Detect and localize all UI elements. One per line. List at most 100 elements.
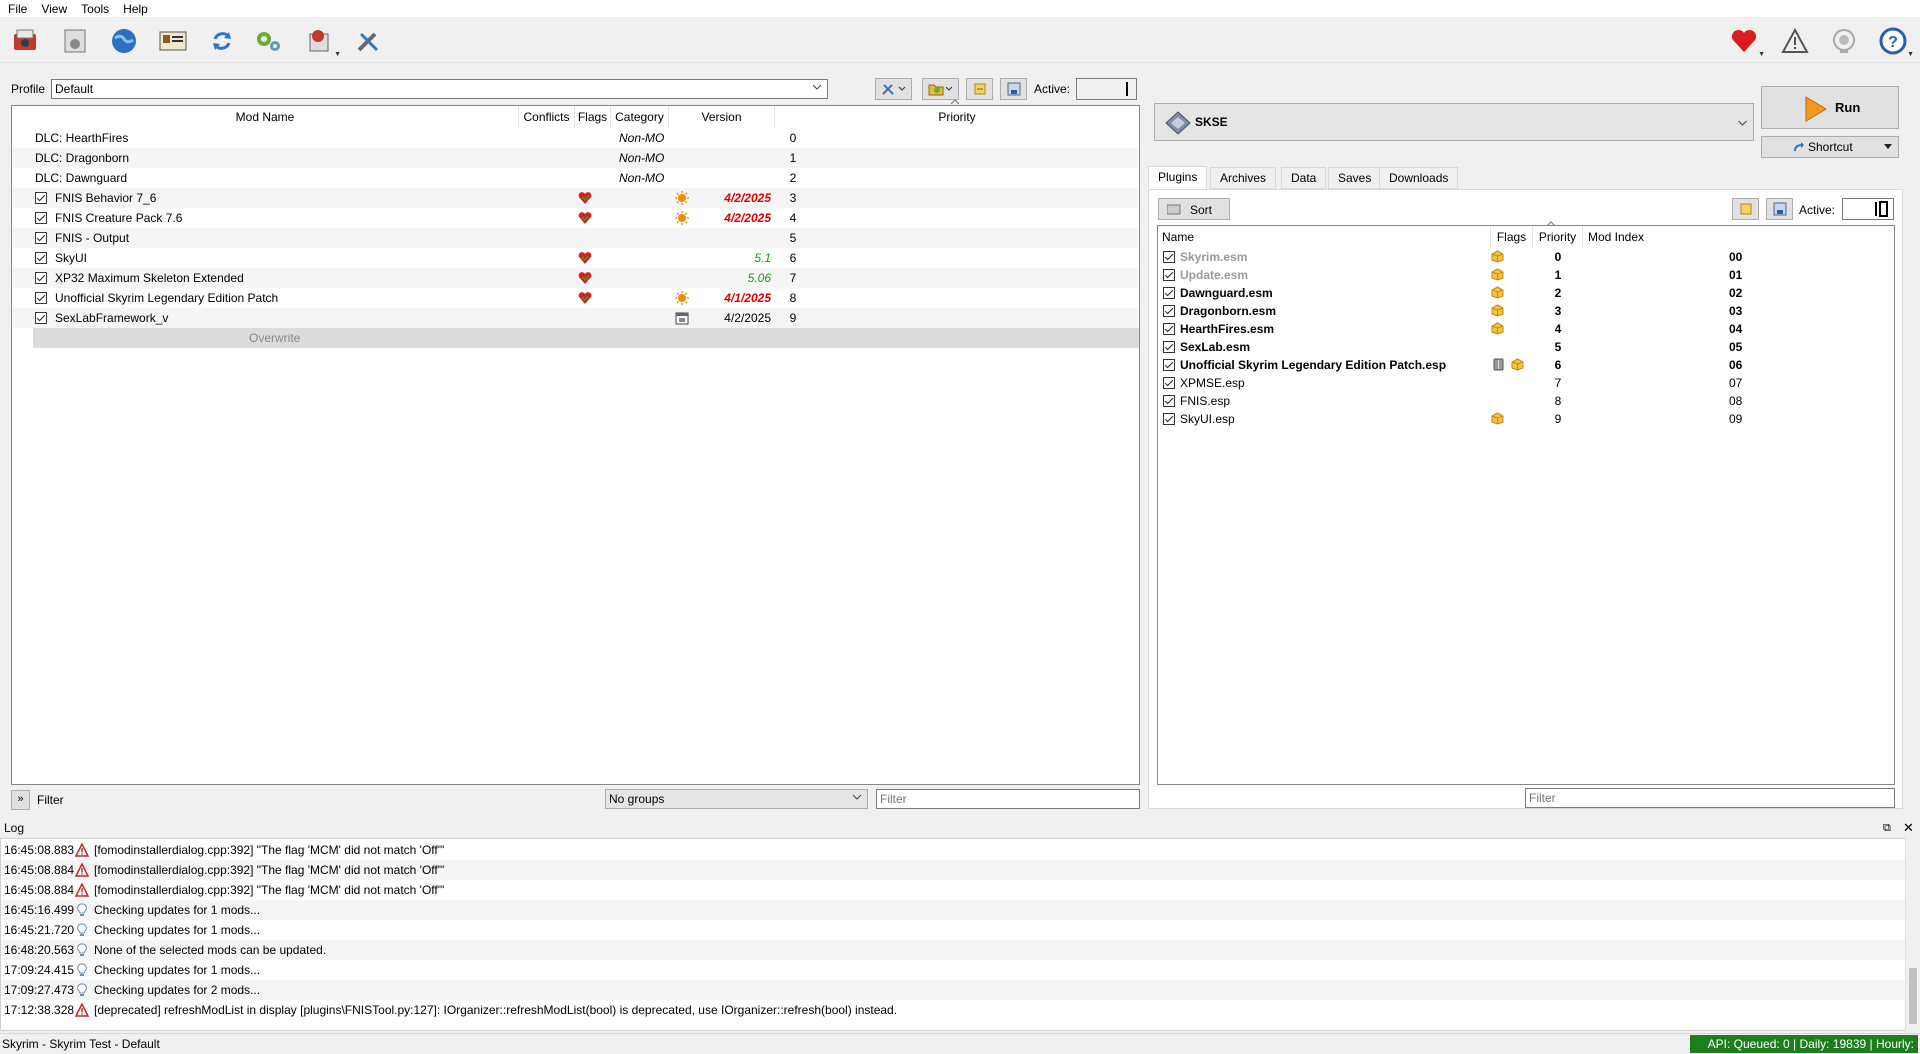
plugin-row[interactable]: Update.esm 1 01 (1158, 266, 1894, 284)
tab-downloads[interactable]: Downloads (1379, 167, 1459, 189)
log-scrollbar[interactable] (1905, 838, 1920, 1031)
log-message: Checking updates for 1 mods... (94, 963, 261, 977)
install-mod-icon[interactable] (10, 26, 40, 56)
mod-row[interactable]: Unofficial Skyrim Legendary Edition Patc… (12, 288, 1139, 308)
mod-filter-input[interactable]: Filter (876, 789, 1140, 809)
restore-backup-button[interactable] (966, 78, 993, 100)
mod-checkbox[interactable] (35, 312, 47, 324)
plugin-checkbox[interactable] (1163, 413, 1175, 425)
run-button[interactable]: Run (1761, 86, 1899, 129)
groups-select[interactable]: No groups (605, 789, 868, 809)
warning-icon (74, 842, 90, 857)
column-header-priority[interactable]: Priority (775, 106, 1139, 128)
tab-archives[interactable]: Archives (1210, 167, 1277, 189)
plugin-checkbox[interactable] (1163, 359, 1175, 371)
settings-icon[interactable] (253, 26, 283, 56)
mod-row[interactable]: XP32 Maximum Skeleton Extended 5.06 7 (12, 268, 1139, 288)
mod-checkbox[interactable] (35, 272, 47, 284)
nexus-icon[interactable] (60, 26, 90, 56)
sort-button[interactable]: Sort (1158, 198, 1230, 220)
plugin-row[interactable]: Dragonborn.esm 3 03 (1158, 302, 1894, 320)
mod-checkbox[interactable] (35, 192, 47, 204)
mod-row[interactable]: DLC: HearthFires Non-MO 0 (12, 128, 1139, 148)
plugin-checkbox[interactable] (1163, 269, 1175, 281)
mod-checkbox[interactable] (35, 252, 47, 264)
scrollbar-thumb[interactable] (1909, 968, 1917, 1024)
plugin-checkbox[interactable] (1163, 305, 1175, 317)
executable-select[interactable]: SKSE (1154, 103, 1754, 141)
mod-version: 4/2/2025 (724, 211, 771, 225)
column-header-version[interactable]: Version (669, 106, 775, 128)
refresh-icon[interactable] (207, 26, 237, 56)
mod-checkbox[interactable] (35, 292, 47, 304)
close-icon[interactable]: ✕ (1903, 818, 1914, 838)
column-header-flags[interactable]: Flags (575, 106, 611, 128)
log-time: 16:45:16.499 (4, 903, 75, 917)
tools-icon[interactable]: ▼ (305, 26, 341, 58)
plugin-checkbox[interactable] (1163, 251, 1175, 263)
plugin-checkbox[interactable] (1163, 323, 1175, 335)
column-header-mod-index[interactable]: Mod Index (1583, 226, 1894, 248)
plugin-checkbox[interactable] (1163, 287, 1175, 299)
wrench-icon[interactable] (353, 26, 383, 56)
column-header-priority[interactable]: Priority (1533, 226, 1583, 248)
groups-value: No groups (609, 792, 665, 806)
column-header-mod-name[interactable]: Mod Name (12, 106, 519, 128)
mod-row[interactable]: SexLabFramework_v 4/2/2025 9 (12, 308, 1139, 328)
plugin-row[interactable]: SexLab.esm 5 05 (1158, 338, 1894, 356)
profile-select[interactable]: Default (51, 79, 828, 99)
plugin-priority: 1 (1554, 268, 1562, 282)
column-header-conflicts[interactable]: Conflicts (519, 106, 575, 128)
mod-version: 5.06 (747, 271, 771, 285)
plugin-checkbox[interactable] (1163, 377, 1175, 389)
menu-tools[interactable]: Tools (75, 2, 117, 16)
update-icon[interactable] (1829, 26, 1859, 56)
help-icon[interactable]: ? ▼ (1878, 26, 1914, 58)
mod-checkbox[interactable] (35, 232, 47, 244)
create-backup-button[interactable] (1000, 78, 1027, 100)
globe-icon[interactable] (109, 26, 139, 56)
plugin-row[interactable]: FNIS.esp 8 08 (1158, 392, 1894, 410)
mod-tools-button[interactable] (875, 78, 912, 100)
mod-row[interactable]: FNIS Creature Pack 7.6 4/2/2025 4 (12, 208, 1139, 228)
column-header-name[interactable]: Name (1158, 226, 1491, 248)
plugin-row[interactable]: SkyUI.esp 9 09 (1158, 410, 1894, 428)
float-icon[interactable]: ⧉ (1883, 818, 1891, 838)
plugin-mod-index: 05 (1729, 340, 1743, 354)
mod-row[interactable]: FNIS - Output 5 (12, 228, 1139, 248)
plugin-filter-input[interactable]: Filter (1525, 788, 1895, 808)
overwrite-row[interactable]: Overwrite (33, 328, 1139, 348)
tab-data[interactable]: Data (1281, 167, 1327, 189)
mod-row[interactable]: DLC: Dawnguard Non-MO 2 (12, 168, 1139, 188)
plugin-row[interactable]: Unofficial Skyrim Legendary Edition Patc… (1158, 356, 1894, 374)
warning-icon[interactable] (1780, 26, 1810, 56)
api-status: API: Queued: 0 | Daily: 19839 | Hourly: … (1690, 1035, 1918, 1053)
tab-saves[interactable]: Saves (1328, 167, 1382, 189)
column-header-category[interactable]: Category (611, 106, 669, 128)
menu-help[interactable]: Help (117, 2, 156, 16)
menu-view[interactable]: View (35, 2, 75, 16)
mod-row[interactable]: FNIS Behavior 7_6 4/2/2025 3 (12, 188, 1139, 208)
menu-file[interactable]: File (2, 2, 35, 16)
log-panel: 16:45:08.883 [fomodinstallerdialog.cpp:39… (0, 838, 1920, 1031)
plugin-row[interactable]: HearthFires.esm 4 04 (1158, 320, 1894, 338)
save-plugins-button[interactable] (1766, 198, 1793, 220)
shortcut-button[interactable]: Shortcut (1761, 136, 1899, 158)
plugin-row[interactable]: Dawnguard.esm 2 02 (1158, 284, 1894, 302)
filter-toggle-button[interactable]: » (11, 790, 30, 810)
plugin-checkbox[interactable] (1163, 341, 1175, 353)
info-icon (75, 923, 89, 937)
profiles-icon[interactable] (158, 26, 188, 56)
overwrite-label: Overwrite (249, 331, 301, 345)
column-header-flags[interactable]: Flags (1491, 226, 1533, 248)
plugin-row[interactable]: XPMSE.esp 7 07 (1158, 374, 1894, 392)
mod-row[interactable]: SkyUI 5.1 6 (12, 248, 1139, 268)
open-folder-button[interactable] (922, 78, 959, 100)
plugin-checkbox[interactable] (1163, 395, 1175, 407)
tab-plugins[interactable]: Plugins (1148, 166, 1208, 189)
restore-plugins-button[interactable] (1732, 198, 1759, 220)
mod-checkbox[interactable] (35, 212, 47, 224)
mod-row[interactable]: DLC: Dragonborn Non-MO 1 (12, 148, 1139, 168)
endorse-heart-icon[interactable]: ▼ (1729, 26, 1765, 58)
plugin-row[interactable]: Skyrim.esm 0 00 (1158, 248, 1894, 266)
